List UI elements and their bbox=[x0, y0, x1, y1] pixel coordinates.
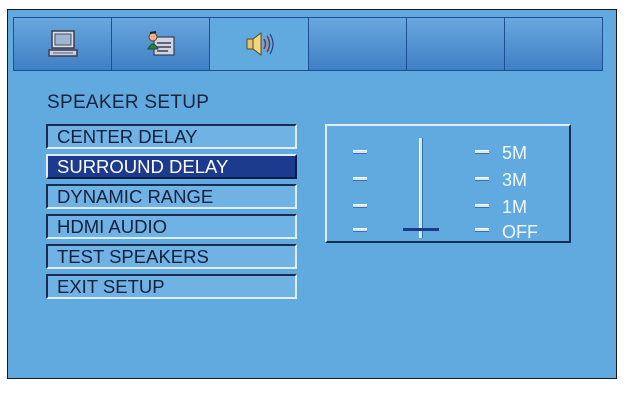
setup-tab-bar bbox=[13, 17, 604, 71]
speaker-menu: CENTER DELAY SURROUND DELAY DYNAMIC RANG… bbox=[46, 124, 297, 304]
computer-icon bbox=[47, 30, 78, 57]
level-tick-right bbox=[475, 177, 489, 181]
tab-general[interactable] bbox=[13, 18, 113, 70]
speaker-icon bbox=[246, 32, 274, 56]
menu-item-test-speakers[interactable]: TEST SPEAKERS bbox=[46, 244, 297, 269]
level-tick-right bbox=[475, 228, 489, 232]
option-3m[interactable]: 3M bbox=[502, 171, 527, 189]
delay-slider-panel: 5M 3M 1M OFF bbox=[325, 124, 571, 243]
menu-item-dynamic-range[interactable]: DYNAMIC RANGE bbox=[46, 184, 297, 209]
level-tick-left bbox=[353, 177, 367, 181]
page-title: SPEAKER SETUP bbox=[47, 92, 210, 113]
delay-slider-track[interactable] bbox=[419, 138, 423, 238]
menu-item-hdmi-audio[interactable]: HDMI AUDIO bbox=[46, 214, 297, 239]
tab-empty-5[interactable] bbox=[406, 18, 505, 70]
level-tick-left bbox=[353, 150, 367, 154]
level-tick-left bbox=[353, 204, 367, 208]
option-1m[interactable]: 1M bbox=[502, 198, 527, 216]
level-tick-right bbox=[475, 150, 489, 154]
level-tick-left bbox=[353, 228, 367, 232]
tab-empty-4[interactable] bbox=[308, 18, 407, 70]
menu-item-exit-setup[interactable]: EXIT SETUP bbox=[46, 274, 297, 299]
level-tick-right bbox=[475, 204, 489, 208]
menu-item-surround-delay[interactable]: SURROUND DELAY bbox=[46, 154, 297, 179]
option-5m[interactable]: 5M bbox=[502, 144, 527, 162]
settings-person-icon bbox=[146, 31, 175, 56]
option-off[interactable]: OFF bbox=[502, 223, 538, 241]
tab-preferences[interactable] bbox=[112, 18, 211, 70]
tab-empty-6[interactable] bbox=[504, 18, 604, 70]
tab-speaker[interactable] bbox=[210, 18, 309, 70]
menu-item-center-delay[interactable]: CENTER DELAY bbox=[46, 124, 297, 149]
delay-slider-handle[interactable] bbox=[403, 228, 439, 231]
